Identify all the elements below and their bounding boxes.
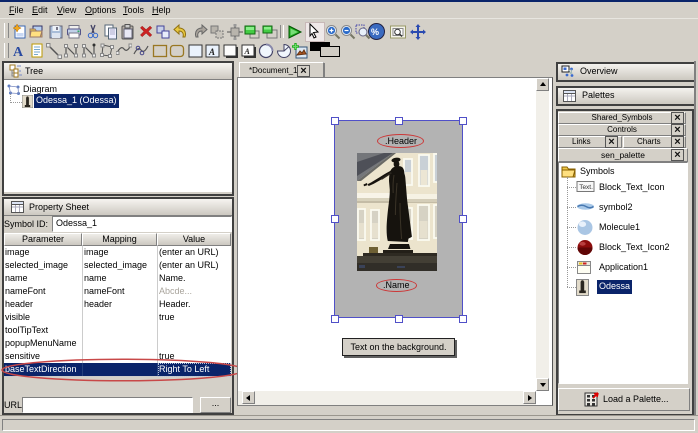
- svg-text:A: A: [13, 45, 24, 59]
- svg-text:A: A: [208, 47, 215, 57]
- svg-text:Text.: Text.: [579, 184, 593, 191]
- svg-text:A: A: [244, 47, 251, 56]
- svg-text:%: %: [371, 27, 379, 37]
